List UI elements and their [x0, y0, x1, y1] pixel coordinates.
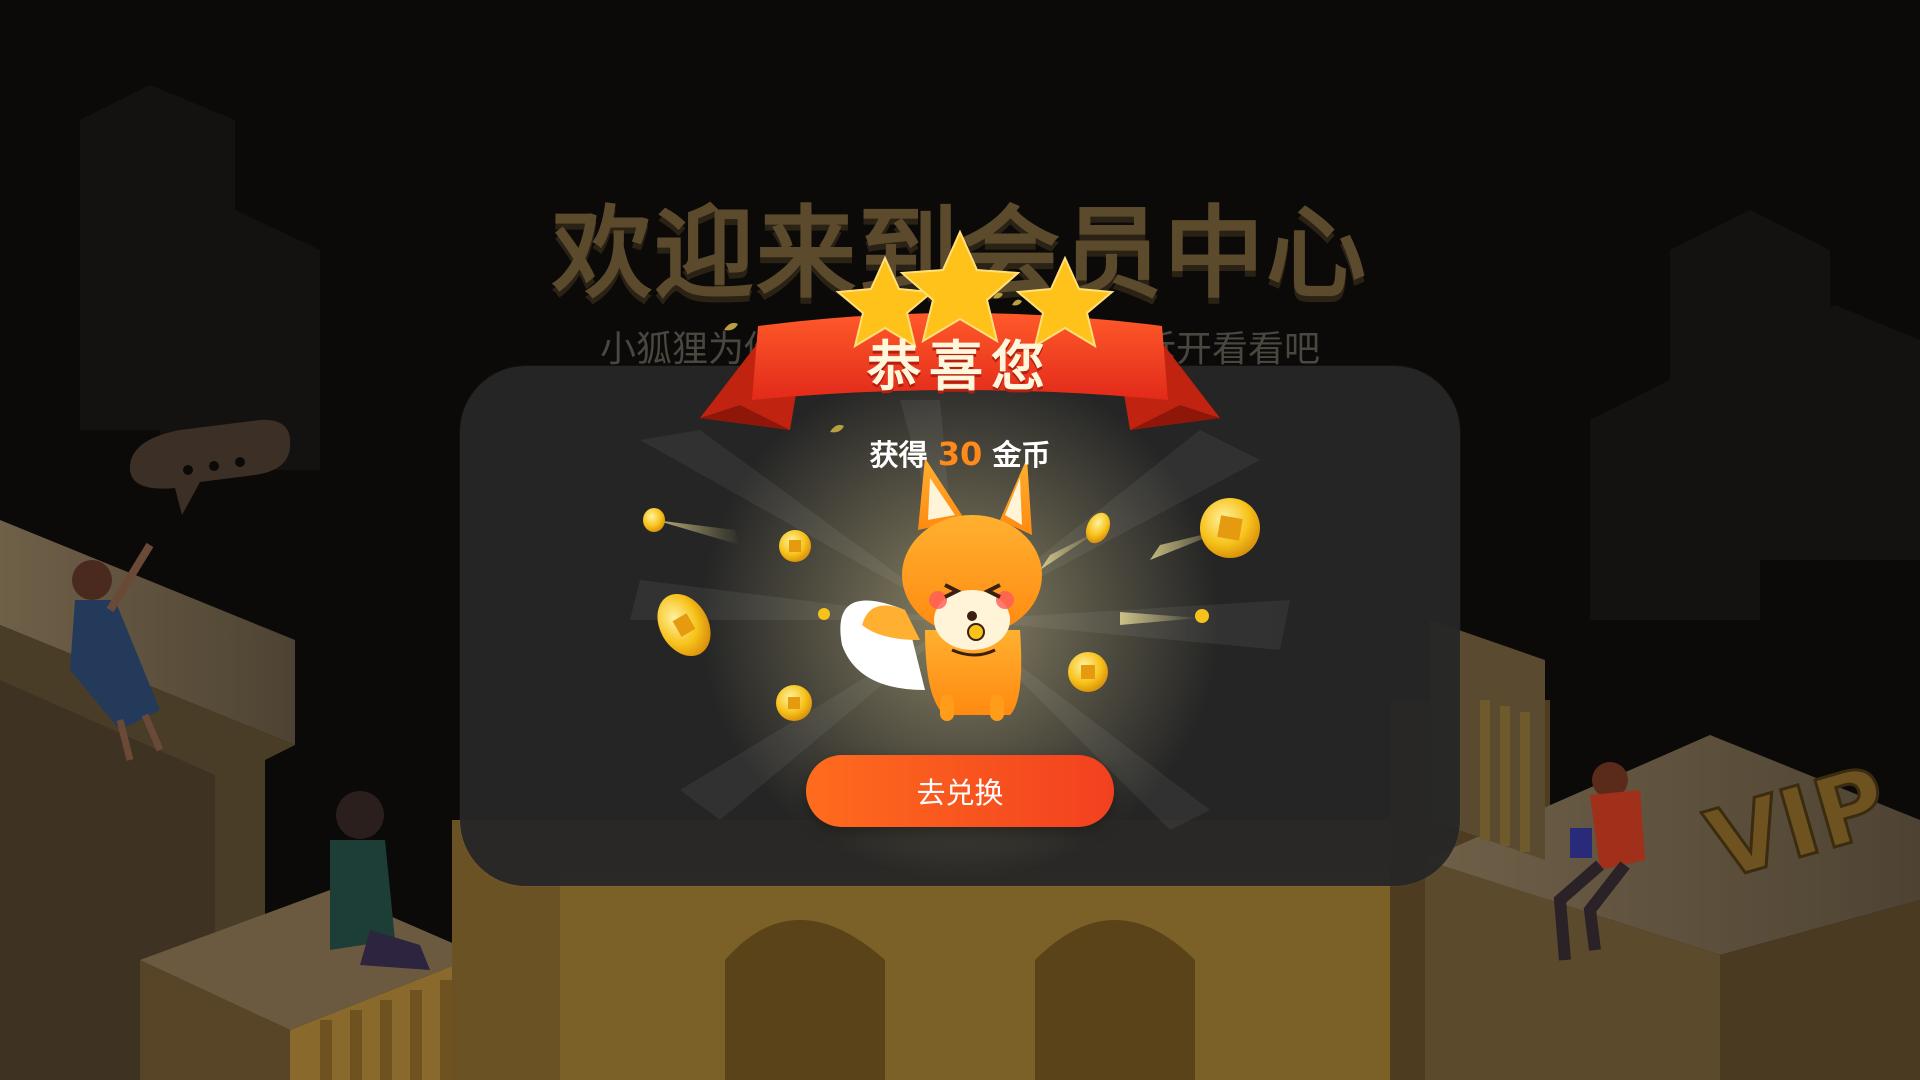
coin-icon [657, 594, 711, 656]
coin-icon [779, 530, 811, 562]
coin-icon [1085, 512, 1111, 544]
fox-mascot [840, 458, 1042, 721]
coin-sparkle [1195, 609, 1209, 623]
coin-icon [1068, 652, 1108, 692]
award-message: 获得 30 金币 [0, 432, 1920, 474]
award-unit: 金币 [992, 438, 1051, 472]
award-amount: 30 [937, 435, 983, 473]
congrats-title: 恭喜您 [867, 335, 1053, 398]
coin-icon [1200, 498, 1260, 558]
coin-icon [643, 508, 665, 532]
award-prefix: 获得 [869, 438, 928, 472]
redeem-button[interactable]: 去兑换 [806, 755, 1114, 827]
coin-icon [776, 685, 812, 721]
reward-art [643, 229, 1260, 721]
coin-sparkle [818, 608, 830, 620]
